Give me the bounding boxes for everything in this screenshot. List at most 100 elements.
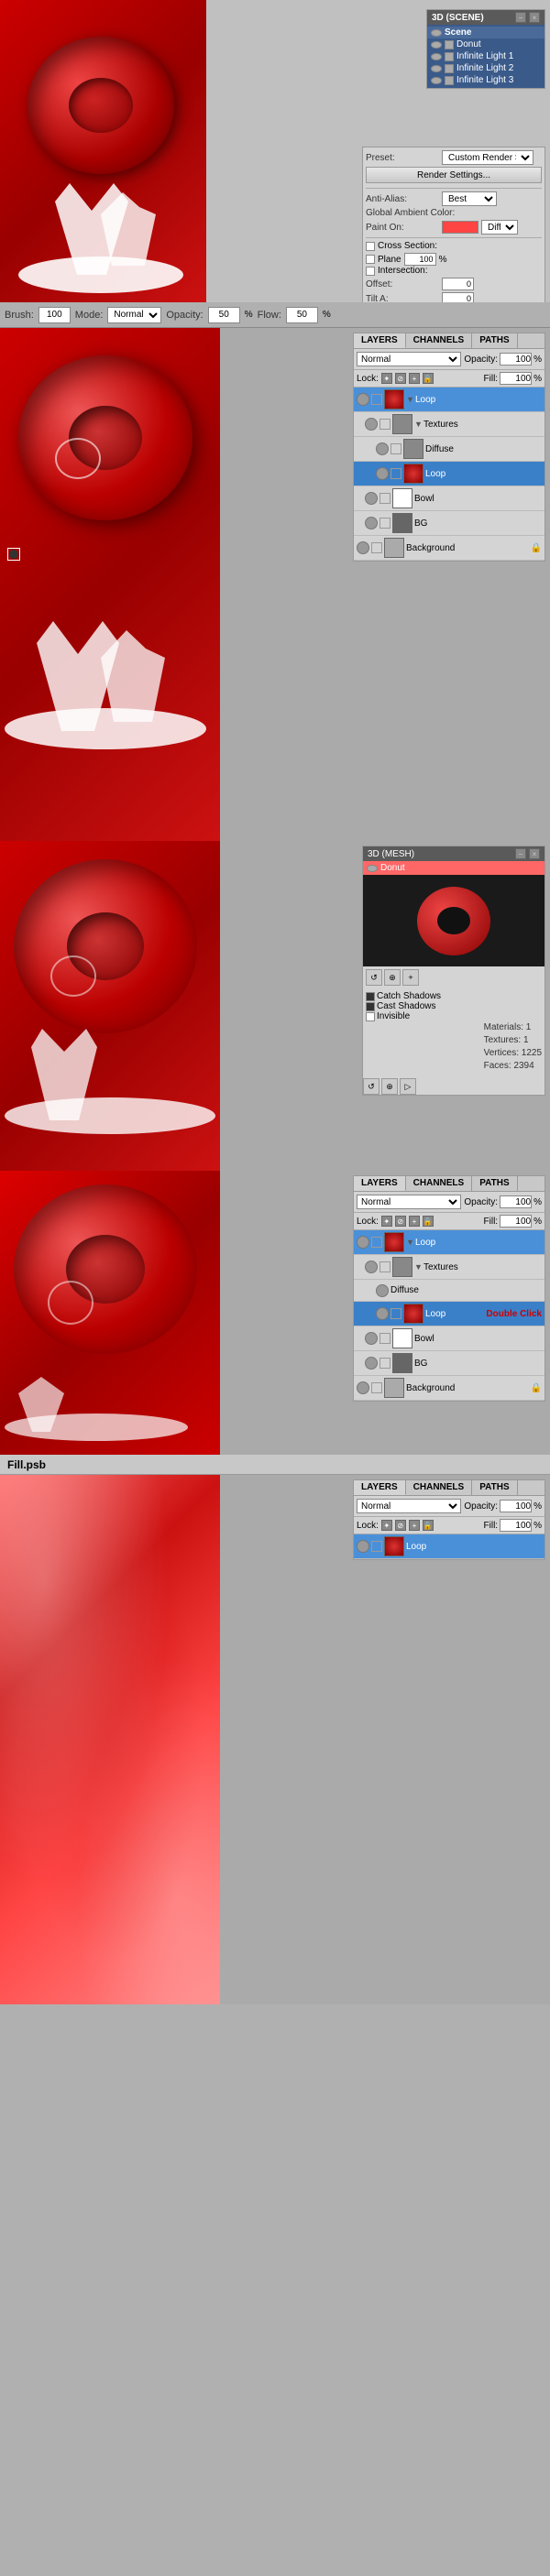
layer3-item-loop[interactable]: Loop bbox=[354, 1534, 544, 1559]
layer-item-loop[interactable]: ▼ Loop bbox=[354, 387, 544, 412]
layer-eye-background[interactable] bbox=[357, 541, 369, 554]
lock-pos-icon3[interactable]: ✦ bbox=[381, 1520, 392, 1531]
link-icon-light1[interactable] bbox=[445, 52, 454, 61]
offset-input[interactable] bbox=[442, 278, 474, 290]
layer2-eye-background[interactable] bbox=[357, 1381, 369, 1394]
lock-paint-icon3[interactable]: ⊘ bbox=[395, 1520, 406, 1531]
fill-input3[interactable] bbox=[500, 1519, 532, 1532]
lock-paint-icon2[interactable]: ⊘ bbox=[395, 1216, 406, 1227]
layer2-eye-diffuse[interactable] bbox=[376, 1284, 389, 1297]
lock-position-icon[interactable]: ✦ bbox=[381, 373, 392, 384]
eye-icon-light3[interactable] bbox=[431, 77, 442, 84]
layer2-eye-bowl[interactable] bbox=[365, 1332, 378, 1345]
layer-item-bg[interactable]: BG bbox=[354, 511, 544, 536]
render-settings-button[interactable]: Render Settings... bbox=[366, 167, 542, 183]
mesh-item-donut[interactable]: Donut bbox=[363, 861, 544, 875]
layer-link-diffuse[interactable] bbox=[390, 443, 402, 454]
lock-pos-icon2[interactable]: ✦ bbox=[381, 1216, 392, 1227]
lock-all-icon2[interactable]: 🔒 bbox=[423, 1216, 434, 1227]
tab-paths[interactable]: PATHS bbox=[472, 333, 517, 348]
layer-link-bg[interactable] bbox=[380, 518, 390, 529]
layer-eye-textures[interactable] bbox=[365, 418, 378, 431]
cross-section-checkbox[interactable] bbox=[366, 242, 375, 251]
opacity-input3[interactable] bbox=[500, 1500, 532, 1512]
layer2-link-loop[interactable] bbox=[371, 1237, 382, 1248]
scene-item-light1[interactable]: Infinite Light 1 bbox=[427, 50, 544, 62]
mesh-bottom-btn1[interactable]: ↺ bbox=[363, 1078, 380, 1095]
expand-arrow-loop[interactable]: ▼ bbox=[406, 395, 413, 404]
opacity-input[interactable] bbox=[208, 307, 240, 323]
fill-input2[interactable] bbox=[500, 1215, 532, 1228]
opacity-value-input[interactable] bbox=[500, 353, 532, 366]
tab3-channels[interactable]: CHANNELS bbox=[406, 1480, 473, 1495]
link-icon-donut[interactable] bbox=[445, 40, 454, 49]
layer-eye-bowl[interactable] bbox=[365, 492, 378, 505]
layer-item-loop-inner[interactable]: Loop bbox=[354, 462, 544, 486]
expand-arrow2-loop[interactable]: ▼ bbox=[406, 1238, 413, 1247]
layer2-link-background[interactable] bbox=[371, 1382, 382, 1393]
eye-icon-light2[interactable] bbox=[431, 65, 442, 72]
layer-eye-bg[interactable] bbox=[365, 517, 378, 529]
scene-item-light3[interactable]: Infinite Light 3 bbox=[427, 74, 544, 86]
blend-mode-select3[interactable]: Normal bbox=[357, 1499, 461, 1513]
layer2-eye-bg[interactable] bbox=[365, 1357, 378, 1370]
layer2-item-loop[interactable]: ▼ Loop bbox=[354, 1230, 544, 1255]
opacity-input2[interactable] bbox=[500, 1195, 532, 1208]
layer2-item-diffuse[interactable]: Diffuse bbox=[354, 1280, 544, 1302]
layer-link-background[interactable] bbox=[371, 542, 382, 553]
scene-item-donut[interactable]: Donut bbox=[427, 38, 544, 50]
layer2-item-background[interactable]: Background 🔒 bbox=[354, 1376, 544, 1401]
intersection-checkbox[interactable] bbox=[366, 267, 375, 276]
blend-mode-select2[interactable]: Normal bbox=[357, 1195, 461, 1209]
preset-select[interactable]: Custom Render Settings... bbox=[442, 150, 534, 165]
expand-arrow2-textures[interactable]: ▼ bbox=[414, 1262, 422, 1272]
layer-eye-diffuse[interactable] bbox=[376, 442, 389, 455]
tab2-paths[interactable]: PATHS bbox=[472, 1176, 517, 1191]
tab2-layers[interactable]: LAYERS bbox=[354, 1176, 406, 1191]
layer-eye-loop-inner[interactable] bbox=[376, 467, 389, 480]
link-icon-light3[interactable] bbox=[445, 76, 454, 85]
blend-mode-select[interactable]: Normal bbox=[357, 352, 461, 366]
layer2-eye-loop[interactable] bbox=[357, 1236, 369, 1249]
layer-link-loop[interactable] bbox=[371, 394, 382, 405]
eye-icon-light1[interactable] bbox=[431, 53, 442, 60]
layer3-link-loop[interactable] bbox=[371, 1541, 382, 1552]
mesh-bottom-btn2[interactable]: ⊕ bbox=[381, 1078, 398, 1095]
layer2-item-bowl[interactable]: Bowl bbox=[354, 1326, 544, 1351]
layer3-eye-loop[interactable] bbox=[357, 1540, 369, 1553]
layer2-link-bowl[interactable] bbox=[380, 1333, 390, 1344]
invisible-checkbox[interactable] bbox=[366, 1012, 375, 1021]
tab2-channels[interactable]: CHANNELS bbox=[406, 1176, 473, 1191]
layer-item-background[interactable]: Background 🔒 bbox=[354, 536, 544, 561]
close-icon[interactable]: × bbox=[529, 12, 540, 23]
paint-on-select[interactable]: Diffuse bbox=[481, 220, 518, 235]
lock-all-icon3[interactable]: 🔒 bbox=[423, 1520, 434, 1531]
mesh-eye-icon[interactable] bbox=[367, 865, 378, 872]
layer-item-bowl[interactable]: Bowl bbox=[354, 486, 544, 511]
plane-checkbox[interactable] bbox=[366, 255, 375, 264]
layer2-eye-textures[interactable] bbox=[365, 1261, 378, 1273]
tab3-layers[interactable]: LAYERS bbox=[354, 1480, 406, 1495]
layer-eye-loop[interactable] bbox=[357, 393, 369, 406]
link-icon-light2[interactable] bbox=[445, 64, 454, 73]
mode-select[interactable]: Normal bbox=[107, 307, 161, 323]
lock-move-icon2[interactable]: + bbox=[409, 1216, 420, 1227]
mesh-tool-rotate[interactable]: ↺ bbox=[366, 969, 382, 986]
layer-item-diffuse[interactable]: Diffuse bbox=[354, 437, 544, 462]
anti-alias-select[interactable]: Best bbox=[442, 191, 497, 206]
tab3-paths[interactable]: PATHS bbox=[472, 1480, 517, 1495]
layer2-eye-loop-inner[interactable] bbox=[376, 1307, 389, 1320]
paint-color-swatch[interactable] bbox=[442, 221, 478, 234]
tab-channels[interactable]: CHANNELS bbox=[406, 333, 473, 348]
layer-link-bowl[interactable] bbox=[380, 493, 390, 504]
mesh-minimize-icon[interactable]: − bbox=[515, 848, 526, 859]
layer2-link-bg[interactable] bbox=[380, 1358, 390, 1369]
layer-link-loop-inner[interactable] bbox=[390, 468, 402, 479]
layer2-item-textures[interactable]: ▼ Textures bbox=[354, 1255, 544, 1280]
lock-move-icon3[interactable]: + bbox=[409, 1520, 420, 1531]
brush-size-input[interactable] bbox=[38, 307, 71, 323]
lock-move-icon[interactable]: + bbox=[409, 373, 420, 384]
layer-link-textures[interactable] bbox=[380, 419, 390, 430]
plane-pct-input[interactable] bbox=[404, 253, 436, 266]
lock-all-icon[interactable]: 🔒 bbox=[423, 373, 434, 384]
